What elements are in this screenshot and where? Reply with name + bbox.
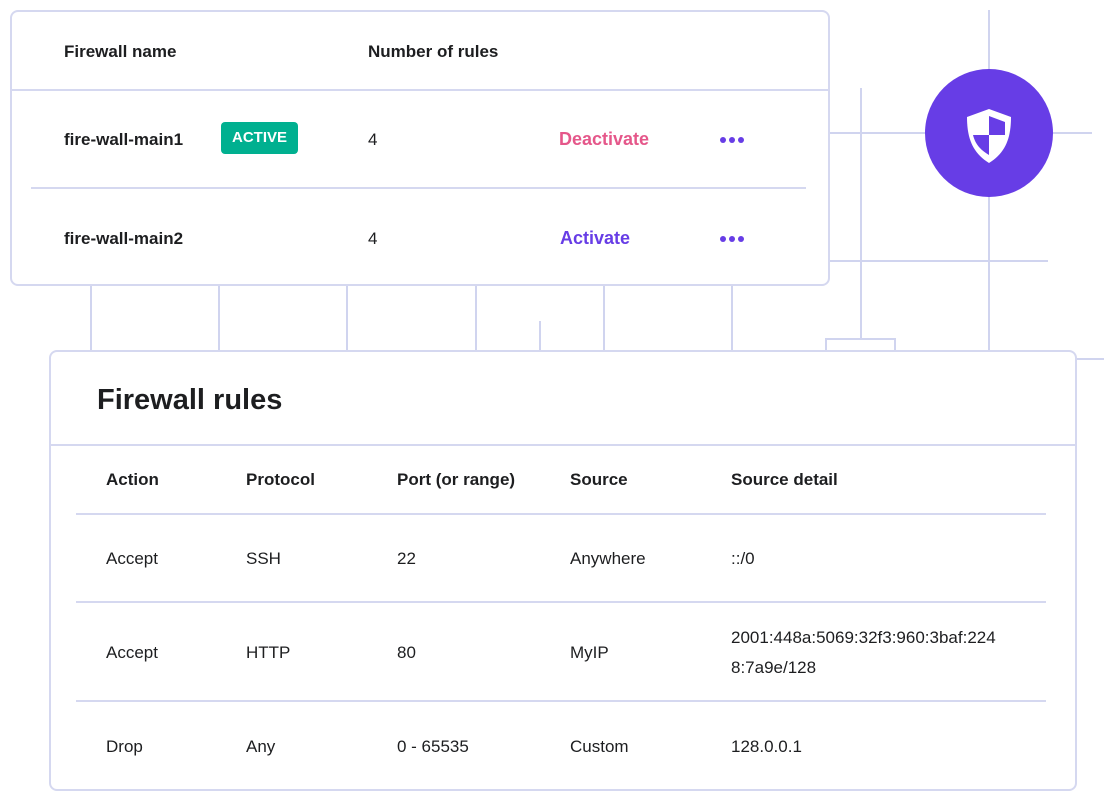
cell-protocol: Any — [246, 737, 276, 756]
header-source: Source — [570, 470, 628, 489]
header-protocol: Protocol — [246, 470, 315, 489]
header-firewall-name: Firewall name — [64, 42, 177, 61]
connector-line — [603, 285, 605, 351]
cell-port: 80 — [397, 643, 416, 662]
divider — [76, 513, 1046, 515]
firewall-name: fire-wall-main1 — [64, 130, 184, 149]
connector-line — [346, 285, 348, 351]
connector-line — [539, 321, 541, 351]
connector-line — [1075, 358, 1104, 360]
divider — [51, 444, 1075, 446]
header-port: Port (or range) — [397, 470, 516, 489]
more-options-icon[interactable] — [720, 137, 744, 143]
connector-line — [218, 285, 220, 351]
cell-source-detail: 2001:448a:5069:32f3:960:3baf:224 — [731, 628, 996, 647]
cell-action: Drop — [106, 737, 143, 756]
cell-action: Accept — [106, 549, 158, 568]
connector-line — [731, 285, 733, 351]
firewall-rules-card: Firewall rules Action Protocol Port (or … — [49, 350, 1077, 791]
cell-source-detail-cont: 8:7a9e/128 — [731, 658, 817, 677]
connector-line — [828, 260, 1048, 262]
shield-icon — [967, 109, 1011, 163]
cell-port: 0 - 65535 — [397, 737, 469, 756]
header-action: Action — [106, 470, 159, 489]
cell-source-detail: ::/0 — [731, 549, 755, 568]
deactivate-button[interactable]: Deactivate — [559, 129, 649, 150]
rules-count: 4 — [368, 130, 378, 149]
cell-source: Custom — [570, 737, 629, 756]
divider — [76, 601, 1046, 603]
divider — [12, 89, 828, 91]
activate-button[interactable]: Activate — [560, 228, 630, 249]
divider — [76, 700, 1046, 702]
shield-badge — [925, 69, 1053, 197]
cell-source: Anywhere — [570, 549, 646, 568]
header-number-of-rules: Number of rules — [368, 42, 499, 61]
connector-line — [90, 285, 92, 351]
cell-port: 22 — [397, 549, 416, 568]
firewalls-card: Firewall name Number of rules fire-wall-… — [10, 10, 830, 286]
page-title: Firewall rules — [97, 384, 283, 416]
connector-line — [860, 88, 862, 350]
divider — [31, 187, 806, 189]
firewall-name: fire-wall-main2 — [64, 229, 184, 248]
connector-line — [475, 285, 477, 351]
cell-protocol: HTTP — [246, 643, 291, 662]
rules-count: 4 — [368, 229, 378, 248]
status-badge: ACTIVE — [221, 122, 299, 154]
cell-source: MyIP — [570, 643, 609, 662]
more-options-icon[interactable] — [720, 236, 744, 242]
cell-action: Accept — [106, 643, 158, 662]
cell-protocol: SSH — [246, 549, 281, 568]
header-source-detail: Source detail — [731, 470, 838, 489]
cell-source-detail: 128.0.0.1 — [731, 737, 802, 756]
